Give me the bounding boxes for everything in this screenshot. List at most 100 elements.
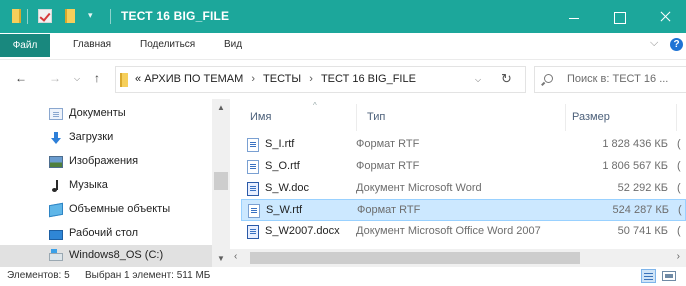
file-row[interactable]: S_W2007.docx Документ Microsoft Office W…	[241, 221, 686, 243]
3d-objects-icon	[49, 202, 63, 218]
nav-item-documents[interactable]: Документы	[0, 103, 212, 127]
file-size: 50 741 КБ	[617, 225, 668, 237]
address-dropdown-icon[interactable]: ⌵	[475, 75, 481, 85]
tab-view[interactable]: Вид	[224, 39, 242, 50]
scroll-right-icon[interactable]: ›	[677, 251, 680, 262]
file-type: Формат RTF	[356, 138, 420, 150]
address-bar[interactable]: « АРХИВ ПО ТЕМАМ › ТЕСТЫ › ТЕСТ 16 BIG_F…	[115, 66, 526, 93]
nav-item-music[interactable]: Музыка	[0, 175, 212, 199]
scroll-thumb[interactable]	[214, 172, 228, 190]
item-count: Элементов: 5	[7, 270, 70, 281]
rtf-file-icon	[248, 204, 260, 218]
scroll-up-icon[interactable]: ▲	[217, 103, 225, 112]
column-divider[interactable]	[565, 104, 566, 131]
minimize-button[interactable]	[551, 0, 597, 33]
search-icon	[544, 74, 553, 83]
nav-item-label: Загрузки	[69, 131, 114, 143]
file-row-selected[interactable]: S_W.rtf Формат RTF 524 287 КБ (	[241, 199, 686, 221]
column-divider[interactable]	[356, 104, 357, 131]
customize-quick-access-icon[interactable]: ▾	[88, 10, 93, 25]
column-header-type[interactable]: Тип	[367, 111, 385, 123]
window-title: ТЕСТ 16 BIG_FILE	[121, 9, 230, 23]
scroll-down-icon[interactable]: ▼	[217, 254, 225, 263]
file-name: S_I.rtf	[265, 138, 295, 150]
breadcrumb: « АРХИВ ПО ТЕМАМ › ТЕСТЫ › ТЕСТ 16 BIG_F…	[135, 73, 416, 85]
file-size: 1 806 567 КБ	[602, 160, 668, 172]
nav-pane-scrollbar[interactable]: ▲ ▼	[212, 99, 230, 267]
selection-info: Выбран 1 элемент: 511 МБ	[85, 270, 211, 281]
tab-home[interactable]: Главная	[73, 39, 111, 50]
nav-item-desktop[interactable]: Рабочий стол	[0, 223, 212, 247]
scroll-left-icon[interactable]: ‹	[234, 251, 237, 262]
music-icon	[49, 180, 63, 192]
nav-item-pictures[interactable]: Изображения	[0, 151, 212, 175]
back-arrow-icon[interactable]: ←	[15, 71, 27, 85]
nav-item-label: Музыка	[69, 179, 108, 191]
properties-check-icon[interactable]	[38, 9, 52, 23]
word-file-icon	[247, 182, 259, 196]
file-size: 1 828 436 КБ	[602, 138, 668, 150]
nav-item-label: Изображения	[69, 155, 139, 167]
file-type: Формат RTF	[356, 160, 420, 172]
truncated-column: (	[677, 138, 681, 150]
breadcrumb-tests[interactable]: ТЕСТЫ	[263, 73, 301, 85]
breadcrumb-overflow[interactable]: «	[135, 73, 141, 85]
folder-icon	[12, 9, 21, 23]
downloads-icon	[49, 132, 63, 144]
close-button[interactable]	[643, 0, 686, 33]
search-box[interactable]: Поиск в: ТЕСТ 16 ...	[534, 66, 686, 93]
breadcrumb-separator[interactable]: ›	[251, 73, 255, 85]
nav-item-3d-objects[interactable]: Объемные объекты	[0, 199, 212, 223]
pictures-icon	[49, 156, 63, 168]
sort-ascending-icon: ^	[313, 101, 317, 110]
large-icons-view-icon[interactable]	[662, 271, 676, 281]
file-row[interactable]: S_O.rtf Формат RTF 1 806 567 КБ (	[241, 156, 686, 178]
up-arrow-icon[interactable]: ↑	[94, 71, 100, 85]
details-view-icon[interactable]	[641, 269, 656, 283]
truncated-column: (	[678, 204, 682, 216]
word-file-icon	[247, 225, 259, 239]
column-divider[interactable]	[676, 104, 677, 131]
tab-share[interactable]: Поделиться	[140, 39, 195, 50]
maximize-button[interactable]	[597, 0, 643, 33]
column-header-size[interactable]: Размер	[572, 111, 610, 123]
expand-ribbon-icon[interactable]: ⌵	[650, 37, 658, 50]
status-bar: Элементов: 5 Выбран 1 элемент: 511 МБ	[0, 267, 686, 286]
truncated-column: (	[677, 182, 681, 194]
new-folder-icon[interactable]	[65, 9, 75, 23]
documents-icon	[49, 108, 63, 120]
file-row[interactable]: S_I.rtf Формат RTF 1 828 436 КБ (	[241, 134, 686, 156]
desktop-icon	[49, 230, 63, 240]
title-bar: ▾ ТЕСТ 16 BIG_FILE	[0, 0, 686, 33]
file-size: 524 287 КБ	[612, 204, 669, 216]
breadcrumb-current[interactable]: ТЕСТ 16 BIG_FILE	[321, 73, 416, 85]
nav-item-label: Windows8_OS (C:)	[69, 249, 164, 261]
breadcrumb-separator[interactable]: ›	[309, 73, 313, 85]
rtf-file-icon	[247, 160, 259, 174]
truncated-column: (	[677, 225, 681, 237]
file-row[interactable]: S_W.doc Документ Microsoft Word 52 292 К…	[241, 178, 686, 200]
nav-item-drive-c[interactable]: Windows8_OS (C:)	[0, 245, 212, 269]
help-icon[interactable]: ?	[670, 38, 683, 51]
horizontal-scrollbar[interactable]: ‹ ›	[230, 249, 686, 267]
file-type: Документ Microsoft Word	[356, 182, 482, 194]
breadcrumb-archive[interactable]: АРХИВ ПО ТЕМАМ	[144, 73, 243, 85]
search-input[interactable]: Поиск в: ТЕСТ 16 ...	[567, 73, 668, 85]
file-name: S_W2007.docx	[265, 225, 340, 237]
tab-file[interactable]: Файл	[0, 34, 50, 57]
column-header-name[interactable]: Имя	[250, 111, 271, 123]
nav-item-downloads[interactable]: Загрузки	[0, 127, 212, 151]
forward-arrow-icon[interactable]: →	[49, 71, 61, 85]
ribbon: Файл Главная Поделиться Вид ⌵ ?	[0, 33, 686, 60]
scroll-thumb[interactable]	[250, 252, 580, 264]
recent-locations-chevron-icon[interactable]: ⌵	[74, 74, 80, 84]
file-list: Имя ^ Тип Размер S_I.rtf Формат RTF 1 82…	[230, 99, 686, 267]
file-name: S_W.doc	[265, 182, 310, 194]
nav-item-label: Документы	[69, 107, 126, 119]
file-name: S_W.rtf	[266, 204, 303, 216]
refresh-icon[interactable]: ↻	[501, 71, 512, 87]
quick-access-separator	[27, 9, 28, 24]
file-size: 52 292 КБ	[617, 182, 668, 194]
file-type: Документ Microsoft Office Word 2007	[356, 225, 541, 237]
file-name: S_O.rtf	[265, 160, 300, 172]
